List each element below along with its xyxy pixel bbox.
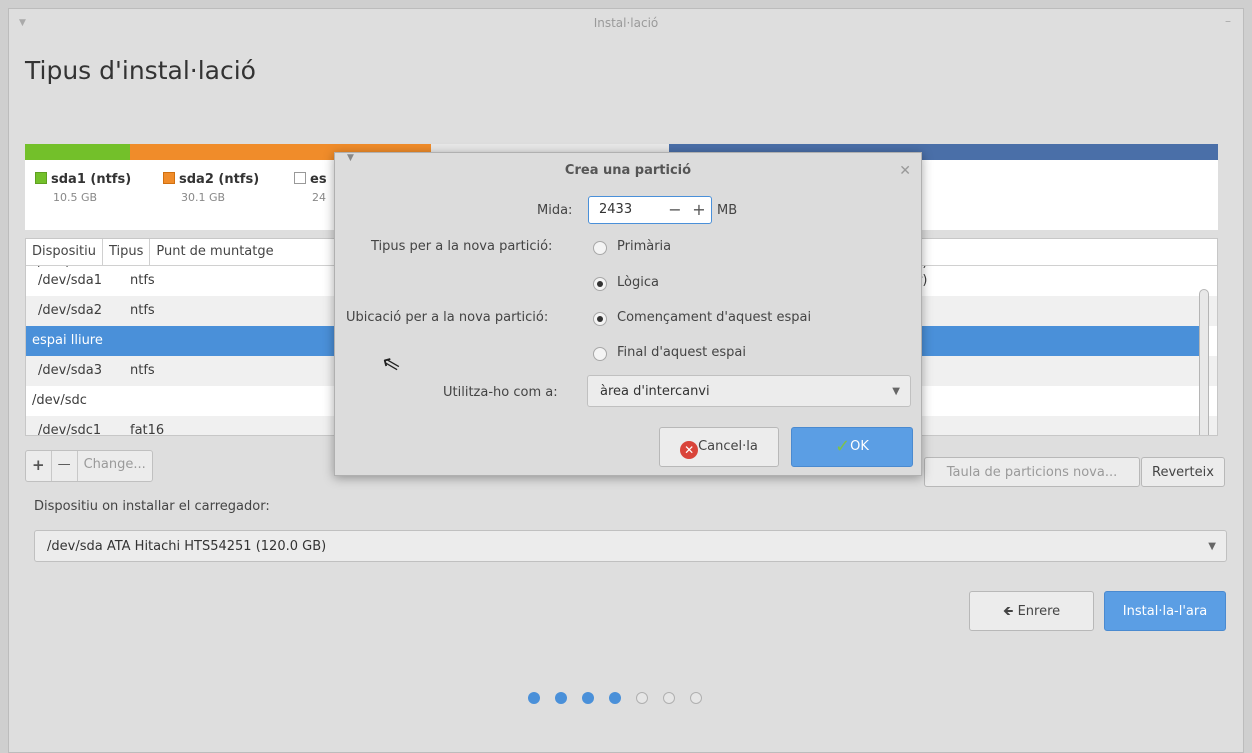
- window-titlebar: ▼ Instal·lació –: [9, 9, 1243, 37]
- progress-dot: [663, 692, 675, 704]
- legend-item-free: es 24: [294, 172, 327, 204]
- legend-item-sda1: sda1 (ntfs) 10.5 GB: [35, 172, 131, 204]
- column-header-type[interactable]: Tipus: [103, 239, 151, 265]
- add-partition-button[interactable]: +: [26, 451, 52, 481]
- location-begin-label[interactable]: Començament d'aquest espai: [617, 310, 811, 325]
- size-input[interactable]: 2433: [589, 197, 663, 223]
- primary-label[interactable]: Primària: [617, 239, 671, 254]
- bootloader-device-select[interactable]: /dev/sda ATA Hitachi HTS54251 (120.0 GB)…: [34, 530, 1227, 562]
- primary-radio[interactable]: [593, 241, 607, 255]
- chevron-down-icon: ▼: [892, 386, 900, 397]
- ok-button[interactable]: ✓OK: [791, 427, 913, 467]
- page-title: Tipus d'instal·lació: [25, 56, 256, 85]
- size-spinbox: 2433 − +: [588, 196, 712, 224]
- progress-dot: [636, 692, 648, 704]
- use-as-select[interactable]: àrea d'intercanvi ▼: [587, 375, 911, 407]
- chevron-down-icon: ▼: [1208, 541, 1216, 552]
- partition-toolbar: + — Change...: [25, 450, 153, 482]
- legend-item-sda2: sda2 (ntfs) 30.1 GB: [163, 172, 259, 204]
- logical-radio[interactable]: [593, 277, 607, 291]
- create-partition-dialog: ▼ Crea una partició ✕ Mida: 2433 − + MB …: [334, 152, 922, 476]
- location-begin-radio[interactable]: [593, 312, 607, 326]
- window-title: Instal·lació: [593, 16, 659, 30]
- remove-partition-button[interactable]: —: [52, 451, 78, 481]
- progress-dot: [690, 692, 702, 704]
- install-now-button[interactable]: Instal·la-l'ara: [1104, 591, 1226, 631]
- location-end-radio[interactable]: [593, 347, 607, 361]
- increase-size-button[interactable]: +: [687, 197, 711, 223]
- table-scrollbar[interactable]: [1199, 289, 1209, 435]
- new-partition-table-button[interactable]: Taula de particions nova...: [924, 457, 1140, 487]
- arrow-left-icon: 🡸: [1002, 604, 1014, 619]
- progress-dot: [609, 692, 621, 704]
- back-button[interactable]: 🡸 Enrere: [969, 591, 1094, 631]
- column-header-device[interactable]: Dispositiu: [26, 239, 103, 265]
- cancel-button[interactable]: ✕ Cancel·la: [659, 427, 779, 467]
- logical-label[interactable]: Lògica: [617, 275, 659, 290]
- size-label: Mida:: [537, 203, 573, 218]
- location-label: Ubicació per a la nova partició:: [346, 310, 549, 325]
- progress-dot: [582, 692, 594, 704]
- progress-dots: [528, 692, 702, 704]
- size-unit: MB: [717, 203, 738, 218]
- dialog-title: Crea una partició: [564, 163, 692, 178]
- cancel-icon: ✕: [680, 441, 699, 459]
- bootloader-label: Dispositiu on installar el carregador:: [34, 499, 270, 514]
- revert-button[interactable]: Reverteix: [1141, 457, 1225, 487]
- orange-swatch-icon: [163, 172, 175, 184]
- partition-bar-segment: [25, 144, 130, 160]
- empty-swatch-icon: [294, 172, 306, 184]
- progress-dot: [528, 692, 540, 704]
- type-label: Tipus per a la nova partició:: [371, 239, 553, 254]
- progress-dot: [555, 692, 567, 704]
- green-swatch-icon: [35, 172, 47, 184]
- location-end-label[interactable]: Final d'aquest espai: [617, 345, 746, 360]
- close-icon[interactable]: ✕: [899, 153, 911, 189]
- checkmark-icon: ✓: [835, 436, 851, 457]
- change-partition-button[interactable]: Change...: [78, 451, 152, 481]
- minimize-icon[interactable]: –: [1225, 7, 1231, 35]
- use-as-label: Utilitza-ho com a:: [443, 385, 558, 400]
- decrease-size-button[interactable]: −: [663, 197, 687, 223]
- window-menu-icon[interactable]: ▼: [19, 9, 26, 37]
